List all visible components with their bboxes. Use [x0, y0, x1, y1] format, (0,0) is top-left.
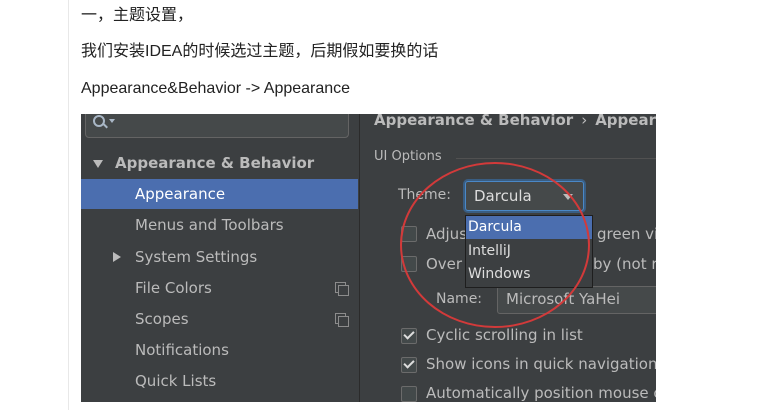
theme-option-darcula[interactable]: Darcula — [466, 216, 592, 239]
theme-select[interactable]: Darcula — [465, 181, 584, 211]
search-input[interactable] — [85, 114, 349, 138]
tree-item-label: File Colors — [135, 279, 212, 297]
theme-label: Theme: — [398, 187, 452, 203]
breadcrumb-item: Appearance & Behavior — [374, 114, 574, 129]
project-copy-icon — [335, 313, 349, 327]
theme-dropdown-list: Darcula IntelliJ Windows — [465, 215, 593, 288]
tree-item-label: Appearance — [135, 185, 226, 203]
tree-item-quick-lists[interactable]: Quick Lists — [81, 366, 358, 396]
theme-option-intellij[interactable]: IntelliJ — [466, 240, 592, 263]
checkbox-auto-position-mouse-label[interactable]: Automatically position mouse cu — [426, 384, 656, 402]
tree-item-label: System Settings — [135, 248, 258, 266]
expanded-caret-icon[interactable] — [93, 160, 103, 168]
article-settings-path: Appearance&Behavior -> Appearance — [81, 80, 351, 97]
checkbox-adjust-colors-label[interactable]: Adjus — [426, 225, 467, 243]
tree-item-appearance[interactable]: Appearance — [81, 179, 358, 209]
search-icon — [93, 115, 105, 127]
tree-item-appearance-behavior[interactable]: Appearance & Behavior — [81, 148, 358, 178]
tree-item-label: Appearance & Behavior — [115, 154, 315, 172]
checkbox-auto-position-mouse[interactable] — [401, 386, 417, 402]
font-name-label: Name: — [436, 291, 483, 307]
theme-option-windows[interactable]: Windows — [466, 263, 592, 286]
breadcrumb-item: Appearan — [595, 114, 656, 129]
font-name-field[interactable]: Microsoft YaHei — [497, 286, 656, 314]
group-divider — [456, 158, 656, 159]
font-name-value: Microsoft YaHei — [506, 290, 620, 308]
checkbox-show-icons[interactable] — [401, 357, 417, 373]
tree-item-label: Scopes — [135, 310, 189, 328]
page-left-rule — [68, 0, 69, 410]
tree-item-menus-and-toolbars[interactable]: Menus and Toolbars — [81, 210, 358, 240]
tree-item-system-settings[interactable]: System Settings — [81, 242, 358, 272]
checkbox-adjust-colors-label-tail: green visi — [597, 225, 656, 243]
checkbox-show-icons-label[interactable]: Show icons in quick navigation — [426, 355, 656, 373]
breadcrumb-separator: › — [581, 114, 588, 129]
collapsed-caret-icon[interactable] — [113, 252, 121, 262]
checkbox-adjust-colors[interactable] — [401, 226, 417, 242]
tree-item-label: Notifications — [135, 341, 229, 359]
tree-item-scopes[interactable]: Scopes — [81, 304, 358, 334]
tree-item-file-colors[interactable]: File Colors — [81, 273, 358, 303]
breadcrumb: Appearance & Behavior › Appearan — [374, 114, 656, 130]
checkbox-cyclic-scrolling-label[interactable]: Cyclic scrolling in list — [426, 326, 583, 344]
project-copy-icon — [335, 282, 349, 296]
ui-options-group-title: UI Options — [374, 149, 442, 164]
theme-select-value: Darcula — [474, 187, 532, 205]
article-intro: 我们安装IDEA的时候选过主题，后期假如要换的话 — [81, 43, 439, 60]
article-heading: 一，主题设置， — [81, 7, 194, 24]
tree-item-label: Quick Lists — [135, 372, 217, 390]
tree-item-notifications[interactable]: Notifications — [81, 335, 358, 365]
tree-item-label: Menus and Toolbars — [135, 216, 284, 234]
chevron-down-icon — [563, 194, 573, 200]
settings-sidebar: Appearance & Behavior Appearance Menus a… — [81, 114, 358, 402]
checkbox-override-fonts[interactable] — [401, 256, 417, 272]
settings-screenshot: Appearance & Behavior Appearance Menus a… — [81, 114, 656, 402]
checkbox-override-fonts-label[interactable]: Over — [426, 255, 462, 273]
settings-content: Appearance & Behavior › Appearan UI Option… — [359, 114, 656, 402]
checkbox-cyclic-scrolling[interactable] — [401, 328, 417, 344]
search-options-dropdown-icon[interactable] — [109, 119, 115, 123]
checkbox-override-fonts-label-tail: by (not re — [593, 255, 656, 273]
